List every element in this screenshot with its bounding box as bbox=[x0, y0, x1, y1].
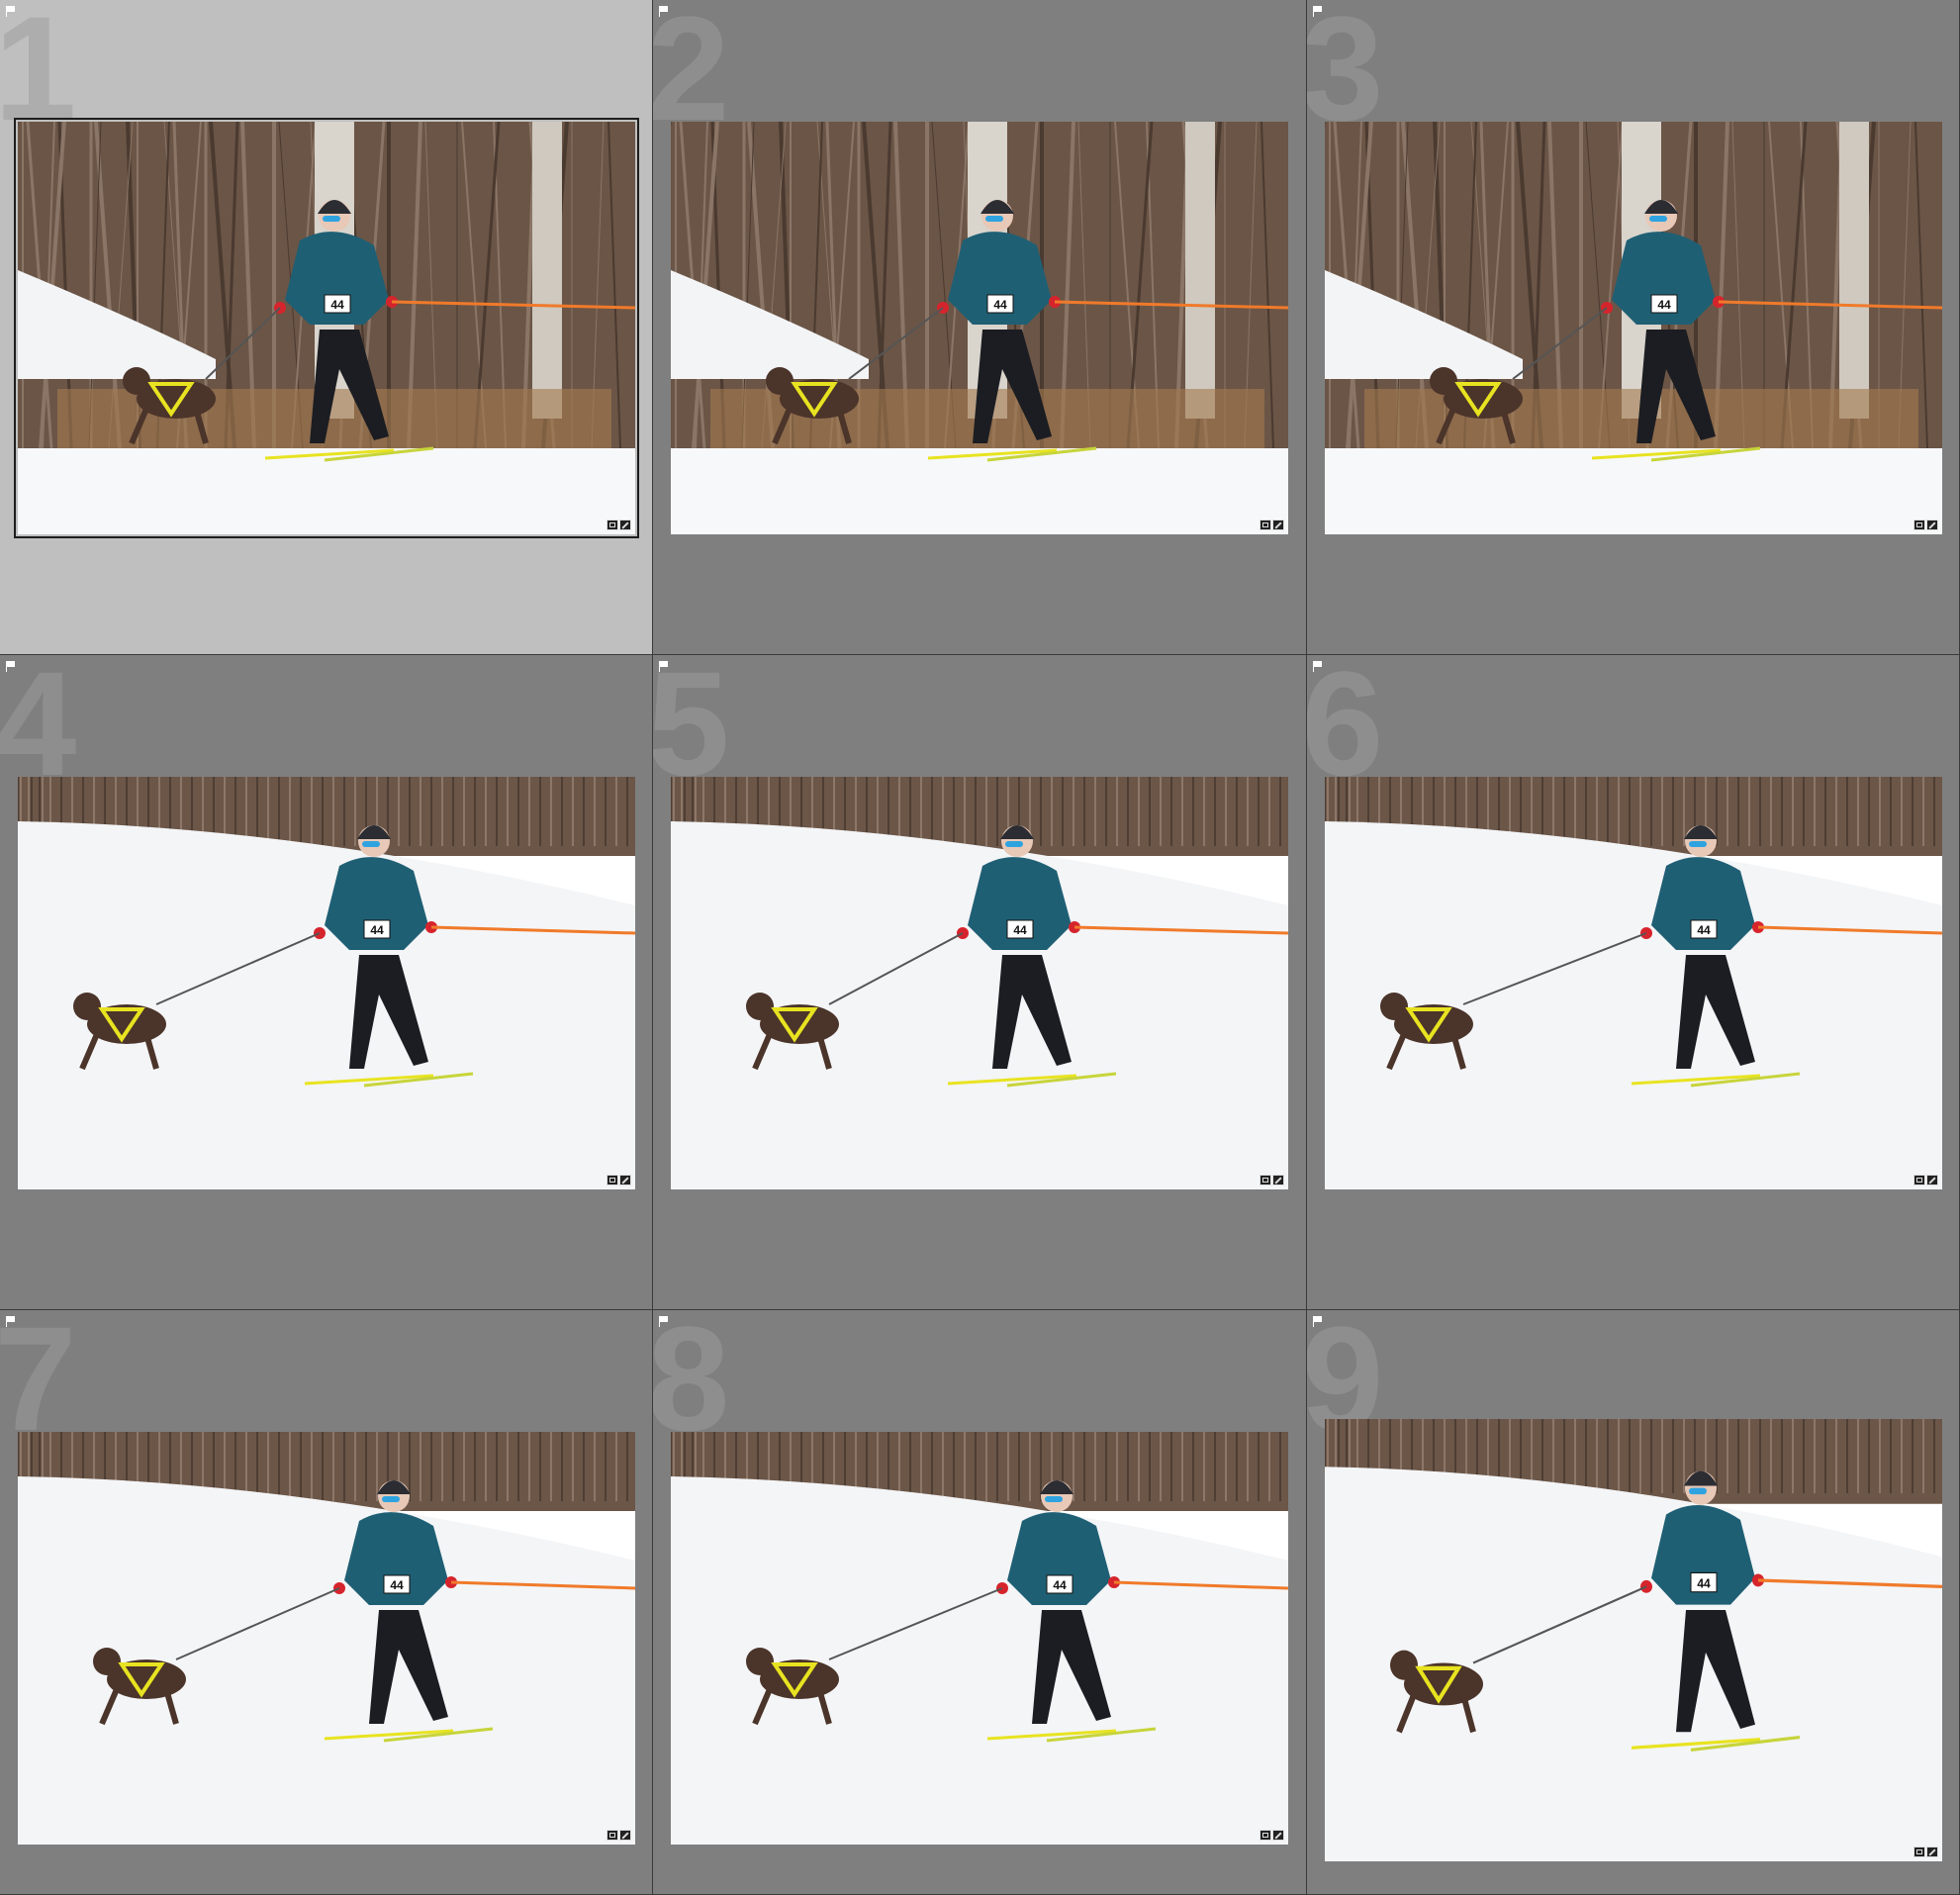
thumbnail-cell-4[interactable]: 4 44 bbox=[0, 655, 653, 1310]
thumbnail-badges bbox=[1913, 1847, 1938, 1857]
svg-text:44: 44 bbox=[370, 923, 384, 937]
thumbnail-badges bbox=[1913, 1175, 1938, 1185]
flag-icon[interactable] bbox=[1313, 661, 1323, 672]
svg-text:44: 44 bbox=[1013, 923, 1027, 937]
flag-icon[interactable] bbox=[6, 1316, 16, 1327]
thumbnail-badges bbox=[1260, 1175, 1284, 1185]
thumbnail-badges bbox=[1260, 520, 1284, 530]
photo-thumbnail[interactable]: 44 bbox=[671, 122, 1288, 534]
crop-badge-icon[interactable] bbox=[1260, 1830, 1271, 1841]
edit-badge-icon[interactable] bbox=[619, 1830, 631, 1841]
thumbnail-badges bbox=[607, 1830, 631, 1841]
thumbnail-badges bbox=[1260, 1830, 1284, 1841]
thumbnail-badges bbox=[1913, 520, 1938, 530]
crop-badge-icon[interactable] bbox=[1260, 1175, 1271, 1185]
photo-thumbnail[interactable]: 44 bbox=[671, 1432, 1288, 1845]
thumbnail-badges bbox=[607, 1175, 631, 1185]
thumbnail-cell-9[interactable]: 9 44 bbox=[1307, 1310, 1960, 1895]
photo-thumbnail[interactable]: 44 bbox=[14, 118, 639, 538]
thumbnail-cell-3[interactable]: 3 44 bbox=[1307, 0, 1960, 655]
crop-badge-icon[interactable] bbox=[1913, 1847, 1925, 1857]
edit-badge-icon[interactable] bbox=[1272, 1175, 1284, 1185]
svg-text:44: 44 bbox=[330, 298, 344, 312]
photo-thumbnail[interactable]: 44 bbox=[1325, 122, 1942, 534]
thumbnail-cell-7[interactable]: 7 44 bbox=[0, 1310, 653, 1895]
thumbnail-cell-8[interactable]: 8 44 bbox=[653, 1310, 1307, 1895]
crop-badge-icon[interactable] bbox=[607, 1830, 618, 1841]
edit-badge-icon[interactable] bbox=[1926, 1175, 1938, 1185]
crop-badge-icon[interactable] bbox=[607, 520, 618, 530]
flag-icon[interactable] bbox=[1313, 1316, 1323, 1327]
flag-icon[interactable] bbox=[659, 1316, 669, 1327]
thumbnail-cell-2[interactable]: 2 44 bbox=[653, 0, 1307, 655]
photo-thumbnail[interactable]: 44 bbox=[18, 777, 635, 1189]
flag-icon[interactable] bbox=[1313, 6, 1323, 17]
crop-badge-icon[interactable] bbox=[1260, 520, 1271, 530]
crop-badge-icon[interactable] bbox=[1913, 520, 1925, 530]
svg-text:44: 44 bbox=[390, 1578, 404, 1592]
flag-icon[interactable] bbox=[6, 6, 16, 17]
thumbnail-cell-5[interactable]: 5 44 bbox=[653, 655, 1307, 1310]
photo-thumbnail[interactable]: 44 bbox=[1325, 1419, 1942, 1861]
crop-badge-icon[interactable] bbox=[607, 1175, 618, 1185]
svg-text:44: 44 bbox=[1053, 1578, 1067, 1592]
edit-badge-icon[interactable] bbox=[1272, 1830, 1284, 1841]
flag-icon[interactable] bbox=[659, 6, 669, 17]
photo-thumbnail[interactable]: 44 bbox=[1325, 777, 1942, 1189]
svg-text:44: 44 bbox=[993, 298, 1007, 312]
svg-text:44: 44 bbox=[1657, 298, 1671, 312]
edit-badge-icon[interactable] bbox=[1926, 1847, 1938, 1857]
crop-badge-icon[interactable] bbox=[1913, 1175, 1925, 1185]
flag-icon[interactable] bbox=[659, 661, 669, 672]
flag-icon[interactable] bbox=[6, 661, 16, 672]
photo-thumbnail[interactable]: 44 bbox=[18, 1432, 635, 1845]
svg-text:44: 44 bbox=[1697, 1576, 1710, 1590]
thumbnail-cell-1[interactable]: 1 44 bbox=[0, 0, 653, 655]
edit-badge-icon[interactable] bbox=[1272, 520, 1284, 530]
thumbnail-cell-6[interactable]: 6 44 bbox=[1307, 655, 1960, 1310]
thumbnail-grid: 1 44 2 44 3 44 4 44 5 44 6 44 7 44 8 44 9 44 bbox=[0, 0, 1960, 1895]
svg-text:44: 44 bbox=[1697, 923, 1711, 937]
thumbnail-badges bbox=[607, 520, 631, 530]
edit-badge-icon[interactable] bbox=[619, 520, 631, 530]
photo-thumbnail[interactable]: 44 bbox=[671, 777, 1288, 1189]
edit-badge-icon[interactable] bbox=[619, 1175, 631, 1185]
edit-badge-icon[interactable] bbox=[1926, 520, 1938, 530]
